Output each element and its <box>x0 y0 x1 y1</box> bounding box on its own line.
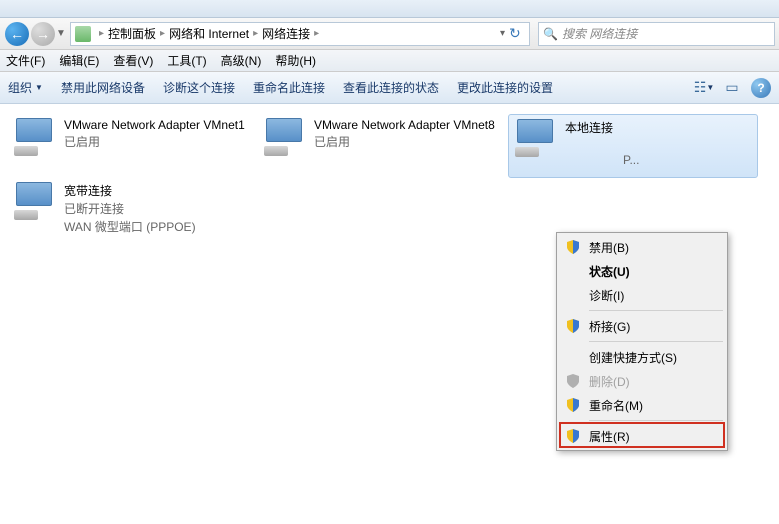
connection-name: 本地连接 <box>565 119 613 136</box>
search-input[interactable]: 🔍 搜索 网络连接 <box>538 22 775 46</box>
window-titlebar <box>0 0 779 18</box>
ctx-separator <box>589 310 723 311</box>
diagnose-button[interactable]: 诊断这个连接 <box>163 79 235 96</box>
content-area: VMware Network Adapter VMnet1 已启用 VMware… <box>0 104 779 524</box>
search-icon: 🔍 <box>543 27 558 41</box>
connection-item[interactable]: VMware Network Adapter VMnet1 已启用 <box>8 114 258 178</box>
breadcrumb-separator-icon: ▸ <box>314 28 319 39</box>
address-dropdown-icon[interactable]: ▾ <box>500 28 505 39</box>
help-icon[interactable]: ? <box>751 78 771 98</box>
connection-truncated-text: P... <box>623 153 639 167</box>
ctx-rename[interactable]: 重命名(M) <box>559 393 725 417</box>
connection-name: VMware Network Adapter VMnet8 <box>314 118 495 132</box>
menu-file[interactable]: 文件(F) <box>6 52 45 69</box>
menu-help[interactable]: 帮助(H) <box>275 52 316 69</box>
menu-bar: 文件(F) 编辑(E) 查看(V) 工具(T) 高级(N) 帮助(H) <box>0 50 779 72</box>
ctx-diagnose[interactable]: 诊断(I) <box>559 283 725 307</box>
network-adapter-icon <box>12 182 56 226</box>
ctx-separator <box>589 341 723 342</box>
shield-icon <box>565 373 581 389</box>
network-adapter-icon <box>12 118 56 162</box>
view-options-icon[interactable]: ☷▼ <box>695 79 713 97</box>
connection-name: 宽带连接 <box>64 182 196 199</box>
back-button[interactable]: ← <box>4 21 30 47</box>
rename-button[interactable]: 重命名此连接 <box>253 79 325 96</box>
address-bar[interactable]: ▸ 控制面板 ▸ 网络和 Internet ▸ 网络连接 ▸ ▾ ↻ <box>70 22 530 46</box>
nav-toolbar: ← → ▼ ▸ 控制面板 ▸ 网络和 Internet ▸ 网络连接 ▸ ▾ ↻… <box>0 18 779 50</box>
ctx-status[interactable]: 状态(U) <box>559 259 725 283</box>
shield-icon <box>565 428 581 444</box>
refresh-icon[interactable]: ↻ <box>509 25 525 42</box>
shield-icon <box>565 397 581 413</box>
connection-status: 已启用 <box>314 133 495 150</box>
ctx-disable[interactable]: 禁用(B) <box>559 235 725 259</box>
history-dropdown[interactable]: ▼ <box>56 28 68 39</box>
ctx-properties[interactable]: 属性(R) <box>559 424 725 448</box>
menu-advanced[interactable]: 高级(N) <box>221 52 262 69</box>
network-adapter-icon <box>513 119 557 163</box>
ctx-bridge[interactable]: 桥接(G) <box>559 314 725 338</box>
breadcrumb-level1[interactable]: 网络和 Internet <box>169 25 249 42</box>
breadcrumb-separator-icon: ▸ <box>253 28 258 39</box>
change-settings-button[interactable]: 更改此连接的设置 <box>457 79 553 96</box>
shield-icon <box>565 318 581 334</box>
connection-item[interactable]: 宽带连接 已断开连接 WAN 微型端口 (PPPOE) <box>8 178 258 242</box>
forward-button: → <box>30 21 56 47</box>
network-adapter-icon <box>262 118 306 162</box>
context-menu: 禁用(B) 状态(U) 诊断(I) 桥接(G) 创建快捷方式(S) 删除(D) … <box>556 232 728 451</box>
breadcrumb-separator-icon: ▸ <box>99 28 104 39</box>
view-status-button[interactable]: 查看此连接的状态 <box>343 79 439 96</box>
connection-name: VMware Network Adapter VMnet1 <box>64 118 245 132</box>
breadcrumb-level2[interactable]: 网络连接 <box>262 25 310 42</box>
menu-tools[interactable]: 工具(T) <box>167 52 206 69</box>
command-bar: 组织▼ 禁用此网络设备 诊断这个连接 重命名此连接 查看此连接的状态 更改此连接… <box>0 72 779 104</box>
menu-view[interactable]: 查看(V) <box>113 52 153 69</box>
ctx-separator <box>589 420 723 421</box>
search-placeholder: 搜索 网络连接 <box>562 25 637 42</box>
shield-icon <box>565 239 581 255</box>
breadcrumb-separator-icon: ▸ <box>160 28 165 39</box>
connection-status: 已启用 <box>64 133 245 150</box>
connection-device: WAN 微型端口 (PPPOE) <box>64 218 196 235</box>
ctx-delete: 删除(D) <box>559 369 725 393</box>
disable-device-button[interactable]: 禁用此网络设备 <box>61 79 145 96</box>
connection-item[interactable]: VMware Network Adapter VMnet8 已启用 <box>258 114 508 178</box>
menu-edit[interactable]: 编辑(E) <box>59 52 99 69</box>
breadcrumb-root[interactable]: 控制面板 <box>108 25 156 42</box>
connection-status: 已断开连接 <box>64 200 196 217</box>
organize-button[interactable]: 组织▼ <box>8 79 43 96</box>
connection-item-selected[interactable]: 本地连接 P... <box>508 114 758 178</box>
location-icon <box>75 26 91 42</box>
ctx-shortcut[interactable]: 创建快捷方式(S) <box>559 345 725 369</box>
preview-pane-icon[interactable]: ▭ <box>723 79 741 97</box>
